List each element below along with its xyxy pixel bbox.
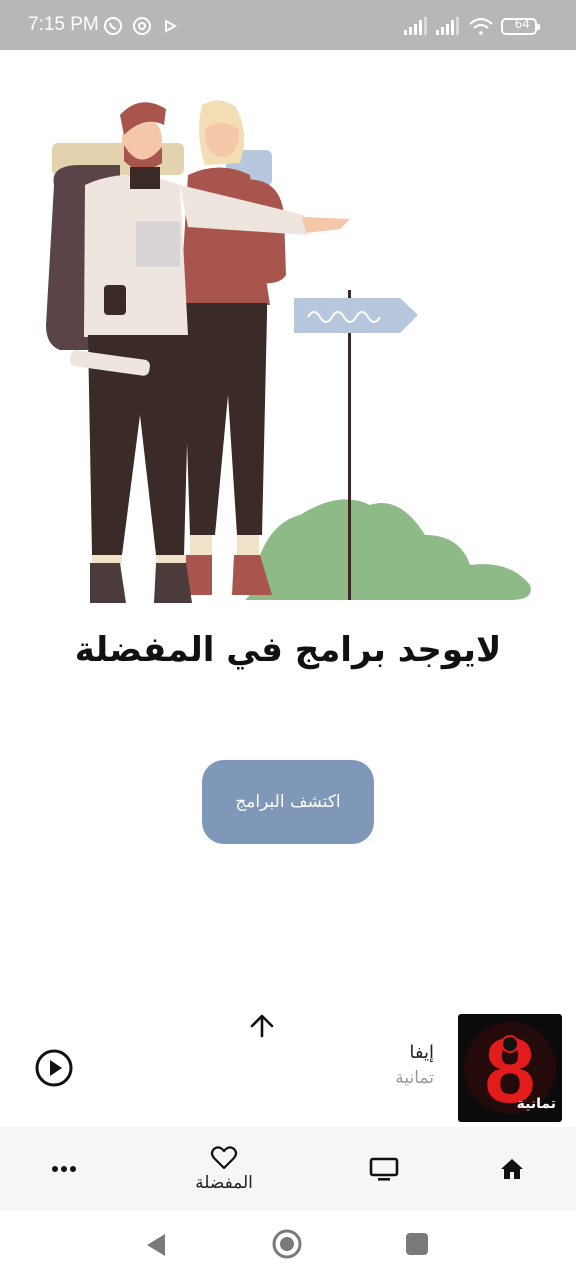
nav-home[interactable]: [492, 1127, 532, 1211]
nav-tv[interactable]: [364, 1127, 404, 1211]
system-navigation-bar: [0, 1211, 576, 1280]
whatsapp-icon: [104, 17, 122, 35]
play-store-icon: [165, 19, 178, 33]
notification-icons: [104, 16, 182, 40]
back-icon[interactable]: [144, 1231, 168, 1263]
expand-player-icon[interactable]: [246, 1010, 278, 1046]
bottom-navigation: المفضلة: [0, 1127, 576, 1211]
tv-icon: [369, 1157, 399, 1181]
heart-icon: [210, 1146, 238, 1170]
discover-programs-button[interactable]: اكتشف البرامج: [202, 760, 374, 844]
system-status-icons: 64: [404, 16, 544, 40]
play-icon[interactable]: [34, 1048, 74, 1092]
app-notification-icon: [133, 17, 151, 35]
now-playing-subtitle: تمانية: [395, 1068, 434, 1088]
home-icon: [501, 1159, 523, 1179]
home-circle-icon[interactable]: [271, 1228, 303, 1264]
status-bar: 7:15 PM 64: [0, 0, 576, 50]
signal-icon: [404, 17, 427, 35]
recents-icon[interactable]: [405, 1232, 429, 1260]
empty-favorites-title: لايوجد برامج في المفضلة: [74, 630, 502, 670]
travelers-illustration: [46, 100, 531, 603]
more-menu-button[interactable]: [44, 1127, 84, 1211]
status-time: 7:15 PM: [28, 14, 99, 35]
nav-favorites-label: المفضلة: [195, 1173, 253, 1193]
now-playing-title: إيفا: [409, 1042, 434, 1063]
mini-player[interactable]: إيفا تمانية 8 تمانية: [0, 1000, 576, 1125]
battery-level: 64: [514, 17, 530, 31]
signal-icon-2: [436, 17, 459, 35]
wifi-icon: [469, 17, 493, 35]
program-cover-image[interactable]: 8 تمانية: [458, 1014, 562, 1122]
more-icon: [52, 1166, 76, 1172]
nav-favorites[interactable]: المفضلة: [174, 1127, 274, 1211]
cover-logo-text: تمانية: [516, 1096, 556, 1112]
